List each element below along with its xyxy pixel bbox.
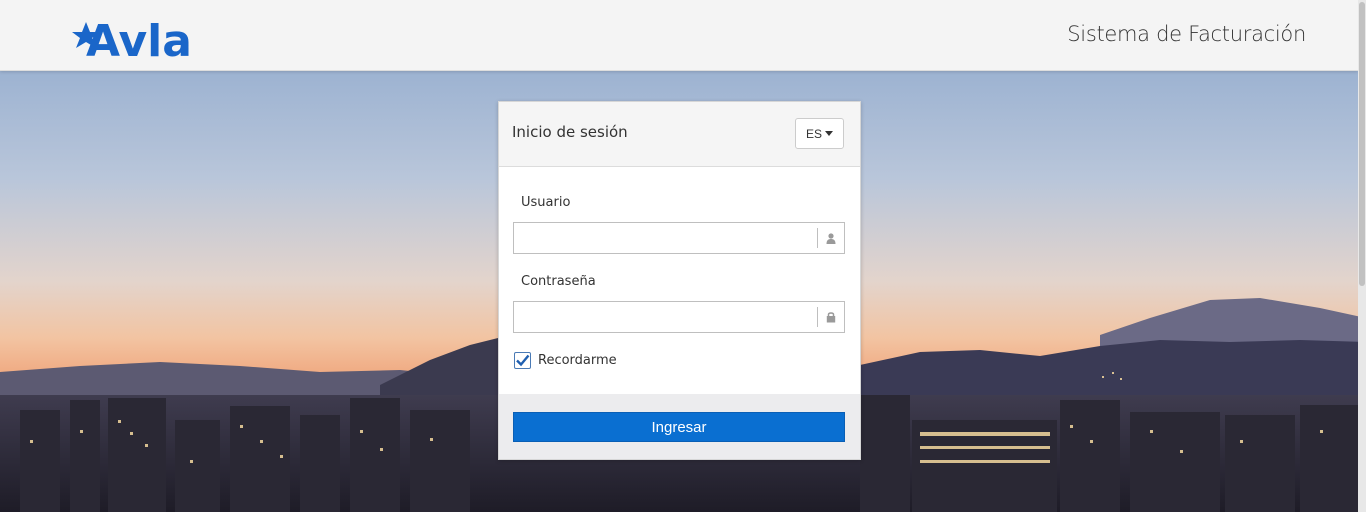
login-panel-header: Inicio de sesión ES <box>499 102 860 167</box>
login-panel: Inicio de sesión ES Usuario Contraseña R… <box>498 101 861 460</box>
remember-checkbox[interactable] <box>514 352 531 369</box>
top-header-bar: Avla Sistema de Facturación <box>0 0 1358 71</box>
login-submit-button[interactable]: Ingresar <box>513 412 845 442</box>
language-value: ES <box>805 126 822 141</box>
login-title: Inicio de sesión <box>512 123 628 141</box>
remember-label[interactable]: Recordarme <box>538 353 617 368</box>
caret-down-icon <box>825 131 833 136</box>
username-label: Usuario <box>521 195 571 210</box>
brand-text: Avla <box>86 16 192 58</box>
lock-icon <box>817 307 844 327</box>
system-title: Sistema de Facturación <box>1067 22 1306 46</box>
password-input[interactable] <box>514 302 818 332</box>
password-label: Contraseña <box>521 274 596 289</box>
language-dropdown[interactable]: ES <box>795 118 844 149</box>
username-field-group <box>513 222 845 254</box>
user-icon <box>817 228 844 248</box>
checkmark-icon <box>516 354 530 367</box>
avla-logo[interactable]: Avla <box>72 10 204 67</box>
password-field-group <box>513 301 845 333</box>
username-input[interactable] <box>514 223 818 253</box>
scrollbar-thumb[interactable] <box>1359 2 1365 286</box>
avla-logo-icon: Avla <box>72 16 192 67</box>
